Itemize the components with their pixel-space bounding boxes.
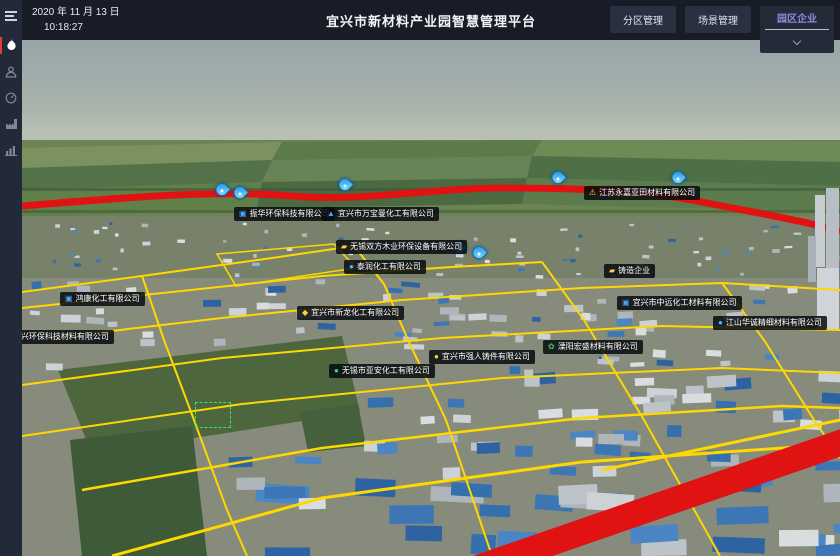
map-pin-icon[interactable] [552,171,565,184]
building-blue-icon: ▣ [65,295,73,303]
company-label[interactable]: ●泰润化工有限公司 [344,260,426,274]
chart-icon [5,144,17,156]
shield-yellow-icon: ◆ [302,309,308,317]
company-name: 振华环保科技有限公司 [250,210,330,218]
map-pin-icon[interactable] [216,183,229,196]
sidebar-item-factory[interactable] [0,113,22,134]
flame-icon [6,39,17,52]
company-name: 宜兴市中远化工材料有限公司 [633,299,737,307]
company-label[interactable]: ▣宜兴市中远化工材料有限公司 [617,296,742,310]
factory-yellow-icon: ▰ [341,243,347,251]
company-label[interactable]: ●无锡市亚安化工有限公司 [329,364,435,378]
company-label[interactable]: ▣鸿康化工有限公司 [60,292,145,306]
company-label[interactable]: ▲宜兴市万宝曼化工有限公司 [322,207,439,221]
zone-management-button[interactable]: 分区管理 [610,6,676,33]
company-label[interactable]: ▰铸造企业 [604,264,655,278]
building-blue-icon: ▣ [239,210,247,218]
chevron-down-icon [793,37,801,45]
company-label[interactable]: ⚠江苏永嘉亚田材料有限公司 [584,186,700,200]
map-pin-icon[interactable] [234,186,247,199]
factory-yellow-icon: ▰ [609,267,615,275]
company-name: 宜兴市强人铸件有限公司 [442,353,530,361]
company-name: 江山华诚精细材料有限公司 [726,319,822,327]
company-name: 铸造企业 [618,267,650,275]
map-pin-icon[interactable] [672,171,685,184]
dot-yellow-icon: ● [434,353,439,361]
company-label[interactable]: ◆宜兴市新龙化工有限公司 [297,306,404,320]
mountain-blue-icon: ▲ [327,210,335,218]
map-pin-icon[interactable] [339,178,352,191]
company-name: 无锡市亚安化工有限公司 [342,367,430,375]
selection-box [195,402,231,428]
drop-blue-icon: ● [718,319,723,327]
company-label[interactable]: ●宜兴环保科技材料有限公司 [22,330,114,344]
company-name: 鸿康化工有限公司 [76,295,140,303]
time-text: 10:18:27 [44,20,120,35]
sky [22,40,840,140]
menu-icon [4,10,18,22]
company-name: 宜兴市万宝曼化工有限公司 [338,210,434,218]
header: 2020 年 11 月 13 日 10:18:27 宜兴市新材料产业园智慧管理平… [22,0,840,40]
sidebar [0,0,22,556]
drop-blue-icon: ● [349,263,354,271]
company-label[interactable]: ●江山华诚精细材料有限公司 [713,316,827,330]
leaf-green-icon: ✿ [548,343,555,351]
gauge-icon [5,92,17,104]
map-pin-icon[interactable] [473,246,486,259]
dropdown-label: 园区企业 [765,10,829,25]
warning-yellow-icon: ⚠ [589,189,596,197]
company-label[interactable]: ▣振华环保科技有限公司 [234,207,335,221]
sidebar-item-chart[interactable] [0,139,22,160]
drop-teal-icon: ● [334,367,339,375]
divider [765,29,829,30]
header-actions: 分区管理 场景管理 园区企业 [610,6,834,53]
company-label[interactable]: ▰无锡双方木业环保设备有限公司 [336,240,467,254]
map-viewport[interactable]: ▣振华环保科技有限公司▲宜兴市万宝曼化工有限公司▰无锡双方木业环保设备有限公司●… [22,40,840,556]
date-text: 2020 年 11 月 13 日 [32,5,120,20]
building-blue-icon: ▣ [622,299,630,307]
datetime-block: 2020 年 11 月 13 日 10:18:27 [32,5,120,35]
sidebar-item-user[interactable] [0,61,22,82]
sidebar-item-menu[interactable] [0,5,22,26]
company-name: 无锡双方木业环保设备有限公司 [350,243,462,251]
company-name: 宜兴环保科技材料有限公司 [22,333,109,341]
sidebar-item-gauge[interactable] [0,87,22,108]
company-name: 泰润化工有限公司 [357,263,421,271]
sidebar-item-flame[interactable] [0,35,22,56]
scene-management-button[interactable]: 场景管理 [685,6,751,33]
application-window: 2020 年 11 月 13 日 10:18:27 宜兴市新材料产业园智慧管理平… [0,0,840,556]
park-enterprise-dropdown[interactable]: 园区企业 [760,6,834,53]
company-label[interactable]: ●宜兴市强人铸件有限公司 [429,350,535,364]
company-name: 江苏永嘉亚田材料有限公司 [599,189,695,197]
company-label[interactable]: ✿溧阳宏盛材料有限公司 [543,340,643,354]
user-icon [5,66,17,78]
company-name: 溧阳宏盛材料有限公司 [558,343,638,351]
company-name: 宜兴市新龙化工有限公司 [311,309,399,317]
factory-icon [5,118,18,130]
